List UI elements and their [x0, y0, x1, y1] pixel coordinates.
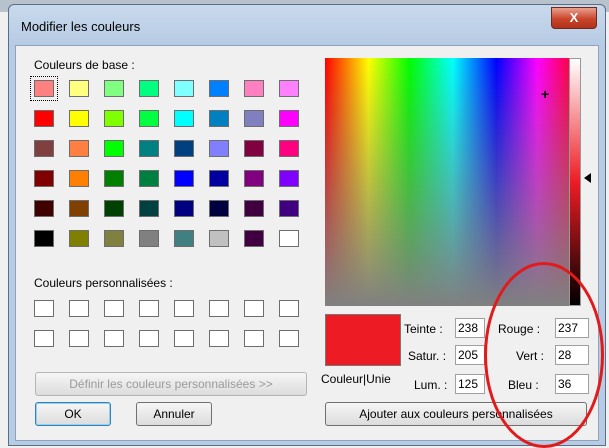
basic-color-swatch[interactable] — [34, 140, 54, 157]
basic-color-swatch[interactable] — [279, 200, 299, 217]
basic-color-swatch[interactable] — [279, 230, 299, 247]
custom-colors-label: Couleurs personnalisées : — [34, 276, 173, 290]
luminosity-slider[interactable] — [569, 58, 581, 306]
hue-field[interactable]: 238 — [455, 318, 485, 338]
basic-color-swatch[interactable] — [244, 200, 264, 217]
basic-color-swatch[interactable] — [104, 170, 124, 187]
close-button[interactable]: X — [551, 7, 597, 29]
preview-label: Couleur|Unie — [321, 372, 391, 386]
basic-color-swatch[interactable] — [279, 170, 299, 187]
custom-color-slot[interactable] — [244, 330, 264, 347]
basic-color-swatch[interactable] — [279, 140, 299, 157]
basic-color-swatch[interactable] — [174, 140, 194, 157]
green-label: Vert : — [516, 349, 545, 363]
title-bar[interactable]: Modifier les couleurs X — [9, 5, 605, 45]
custom-color-slot[interactable] — [104, 300, 124, 317]
basic-color-swatch[interactable] — [69, 80, 89, 97]
basic-color-swatch[interactable] — [209, 80, 229, 97]
custom-color-slot[interactable] — [104, 330, 124, 347]
basic-color-swatch[interactable] — [104, 230, 124, 247]
custom-color-slot[interactable] — [279, 330, 299, 347]
luminosity-arrow-icon[interactable] — [584, 173, 591, 183]
basic-color-swatch[interactable] — [139, 80, 159, 97]
basic-color-swatch[interactable] — [139, 110, 159, 127]
basic-color-swatch[interactable] — [174, 200, 194, 217]
basic-color-swatch[interactable] — [174, 230, 194, 247]
blue-field[interactable]: 36 — [555, 374, 589, 394]
crosshair-icon: + — [541, 86, 550, 102]
basic-color-swatch[interactable] — [209, 230, 229, 247]
basic-color-swatch[interactable] — [139, 140, 159, 157]
hue-label: Teinte : — [404, 322, 443, 336]
custom-color-slot[interactable] — [209, 300, 229, 317]
green-field[interactable]: 28 — [555, 345, 589, 365]
custom-color-slot[interactable] — [174, 330, 194, 347]
color-dialog: Modifier les couleurs X Couleurs de base… — [8, 4, 606, 446]
basic-color-swatch[interactable] — [139, 200, 159, 217]
custom-color-slot[interactable] — [279, 300, 299, 317]
basic-color-swatch[interactable] — [209, 140, 229, 157]
define-custom-colors-button[interactable]: Définir les couleurs personnalisées >> — [35, 372, 307, 396]
basic-color-swatch[interactable] — [209, 110, 229, 127]
basic-color-swatch[interactable] — [69, 110, 89, 127]
basic-color-swatch[interactable] — [139, 230, 159, 247]
custom-color-slot[interactable] — [209, 330, 229, 347]
custom-color-slot[interactable] — [139, 300, 159, 317]
basic-color-swatch[interactable] — [244, 230, 264, 247]
basic-color-swatch[interactable] — [279, 110, 299, 127]
basic-color-swatch[interactable] — [174, 170, 194, 187]
add-to-custom-colors-button[interactable]: Ajouter aux couleurs personnalisées — [325, 402, 587, 426]
basic-color-swatch[interactable] — [104, 110, 124, 127]
dialog-title: Modifier les couleurs — [21, 19, 141, 34]
red-field[interactable]: 237 — [555, 318, 589, 338]
basic-color-swatch[interactable] — [34, 170, 54, 187]
sat-label: Satur. : — [408, 349, 447, 363]
basic-color-swatch[interactable] — [104, 80, 124, 97]
color-preview — [325, 314, 401, 366]
basic-color-swatch[interactable] — [174, 110, 194, 127]
ok-button[interactable]: OK — [35, 402, 111, 426]
custom-color-slot[interactable] — [244, 300, 264, 317]
basic-color-swatch[interactable] — [34, 230, 54, 247]
custom-color-slot[interactable] — [69, 330, 89, 347]
basic-color-swatch[interactable] — [34, 200, 54, 217]
basic-color-swatch[interactable] — [139, 170, 159, 187]
basic-color-swatch[interactable] — [244, 140, 264, 157]
basic-colors-label: Couleurs de base : — [34, 58, 135, 72]
basic-color-swatch[interactable] — [34, 110, 54, 127]
basic-color-swatch[interactable] — [69, 140, 89, 157]
custom-color-slot[interactable] — [69, 300, 89, 317]
lum-field[interactable]: 125 — [455, 374, 485, 394]
dialog-body: Couleurs de base : Couleurs personnalisé… — [15, 45, 599, 441]
custom-color-slot[interactable] — [139, 330, 159, 347]
custom-color-slot[interactable] — [174, 300, 194, 317]
cancel-button[interactable]: Annuler — [136, 402, 212, 426]
basic-color-swatch[interactable] — [69, 170, 89, 187]
basic-color-swatch[interactable] — [209, 200, 229, 217]
basic-color-swatch[interactable] — [244, 110, 264, 127]
basic-color-swatch[interactable] — [69, 200, 89, 217]
basic-color-swatch[interactable] — [69, 230, 89, 247]
basic-color-swatch[interactable] — [174, 80, 194, 97]
custom-color-slot[interactable] — [34, 300, 54, 317]
sat-field[interactable]: 205 — [455, 345, 485, 365]
blue-label: Bleu : — [508, 378, 539, 392]
basic-color-swatch[interactable] — [30, 76, 58, 101]
basic-color-swatch[interactable] — [244, 80, 264, 97]
basic-color-swatch[interactable] — [209, 170, 229, 187]
basic-color-swatch[interactable] — [279, 80, 299, 97]
red-label: Rouge : — [498, 322, 541, 336]
close-icon: X — [569, 10, 579, 25]
basic-color-swatch[interactable] — [104, 140, 124, 157]
basic-color-swatch[interactable] — [244, 170, 264, 187]
custom-color-slot[interactable] — [34, 330, 54, 347]
lum-label: Lum. : — [414, 378, 448, 392]
basic-color-swatch[interactable] — [104, 200, 124, 217]
